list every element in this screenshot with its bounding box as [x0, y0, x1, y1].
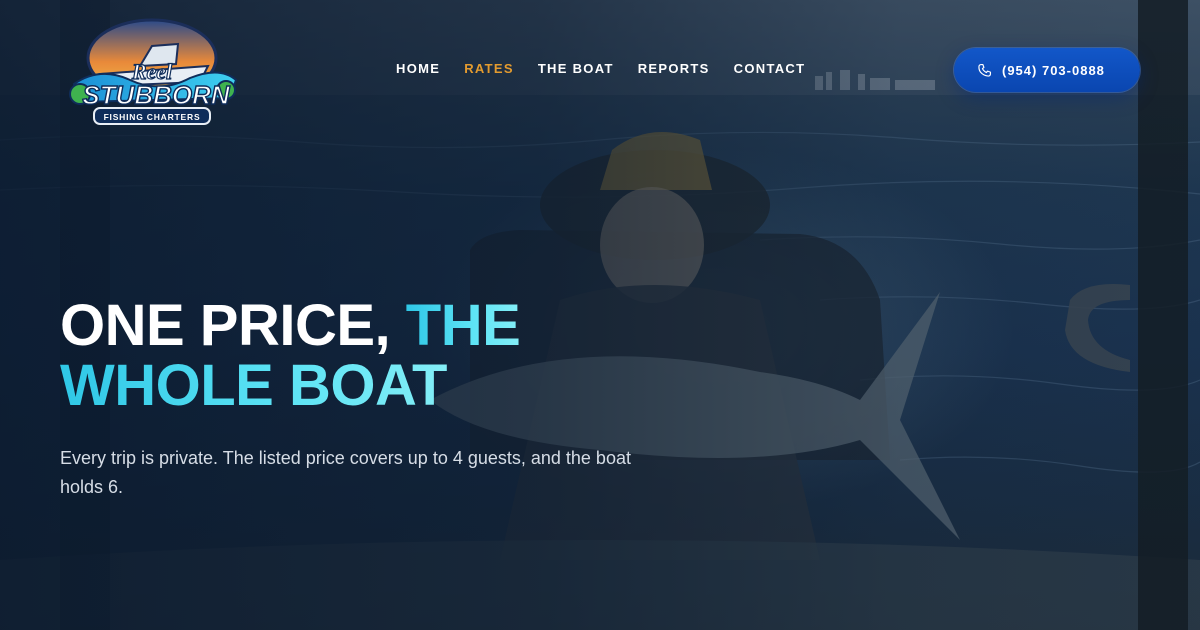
nav-item-contact[interactable]: CONTACT [734, 61, 806, 76]
headline-white: ONE PRICE, [60, 293, 406, 358]
logo[interactable]: Reel STUBBORN FISHING CHARTERS [60, 14, 240, 128]
phone-number: (954) 703-0888 [1002, 62, 1105, 78]
nav-item-rates[interactable]: RATES [464, 61, 514, 76]
headline-accent-b: WHOLE BOAT [60, 353, 447, 418]
logo-tagline: FISHING CHARTERS [104, 112, 201, 122]
phone-icon [978, 63, 992, 77]
hero-subtext: Every trip is private. The listed price … [60, 448, 631, 497]
phone-call-button[interactable]: (954) 703-0888 [954, 48, 1140, 92]
logo-artwork: Reel STUBBORN FISHING CHARTERS [69, 18, 238, 125]
main-nav: HOME RATES THE BOAT REPORTS CONTACT [396, 61, 805, 76]
nav-item-reports[interactable]: REPORTS [638, 61, 710, 76]
logo-line2: STUBBORN [82, 80, 231, 110]
headline-accent-a: THE [405, 293, 521, 358]
nav-item-the-boat[interactable]: THE BOAT [538, 61, 614, 76]
hero-headline: ONE PRICE, THE WHOLE BOAT [60, 296, 700, 416]
nav-item-home[interactable]: HOME [396, 61, 440, 76]
